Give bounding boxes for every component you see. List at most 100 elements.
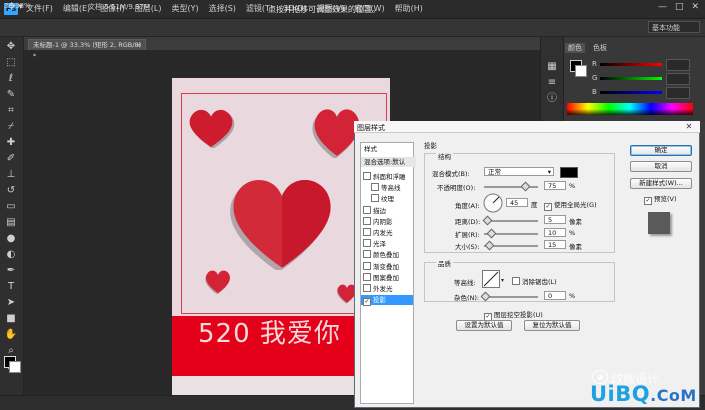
structure-title: 结构 [436,151,453,161]
anti-alias-checkbox[interactable]: 消除锯齿(L) [510,276,557,286]
checkbox-checked-icon [544,203,552,211]
style-item[interactable]: 等高线 [361,183,421,193]
style-item[interactable]: 内发光 [361,228,413,238]
workspace-select[interactable]: 基本功能 [648,21,700,33]
noise-label: 杂色(N): [454,294,480,302]
checkbox-icon[interactable] [363,239,371,248]
path-select-icon[interactable]: ➤ [4,297,18,309]
checkbox-icon[interactable] [363,228,371,236]
style-item[interactable]: 斜面和浮雕 [361,172,413,182]
channel-g-slider[interactable] [600,77,662,80]
clone-stamp-icon[interactable]: ⊥ [4,169,18,181]
style-item[interactable]: 渐变叠加 [361,261,413,272]
dialog-titlebar[interactable] [354,121,700,133]
preview-checkbox[interactable]: 预览(V) [642,193,677,205]
type-icon[interactable]: T [4,281,18,293]
brush-icon[interactable]: ✐ [4,153,18,165]
style-item[interactable]: 外发光 [361,284,413,294]
panel-background-color[interactable] [575,65,587,77]
checkbox-icon[interactable] [371,194,379,203]
zoom-level[interactable]: 33.33% [4,2,31,10]
size-input[interactable]: 15 [544,240,566,249]
channel-r-slider[interactable] [600,63,662,66]
style-item[interactable]: 投影 [361,295,413,307]
styles-header[interactable]: 样式 [361,144,416,154]
info-panel-icon[interactable]: ⓘ [545,93,559,105]
maximize-icon[interactable]: □ [675,2,684,12]
style-item[interactable]: 纹理 [361,194,421,204]
hand-icon[interactable]: ✋ [4,329,18,341]
background-color[interactable] [9,361,21,373]
checkbox-icon[interactable] [371,183,379,192]
checkbox-icon[interactable] [363,284,371,292]
heart-shape [205,270,230,294]
pen-icon[interactable]: ✒ [4,265,18,277]
shadow-color-swatch[interactable] [560,167,578,178]
checkbox-icon[interactable] [363,205,371,214]
blur-icon[interactable]: ● [4,233,18,245]
global-light-checkbox[interactable]: 使用全局光(G) [542,199,597,211]
style-item[interactable]: 图案叠加 [361,272,413,283]
opacity-label: 不透明度(O): [437,184,476,192]
reset-default-button[interactable]: 复位为默认值 [524,320,580,331]
quick-select-icon[interactable]: ✎ [4,89,18,101]
close-window-icon[interactable]: ✕ [691,2,699,12]
style-item-label: 图案叠加 [373,273,399,282]
gradient-icon[interactable]: ▤ [4,217,18,229]
crop-icon[interactable]: ⌗ [4,105,18,117]
style-item-label: 等高线 [381,184,401,193]
close-tab-icon[interactable]: × [137,40,142,51]
style-item[interactable]: 内阴影 [361,216,413,227]
menu-select[interactable]: 选择(S) [209,3,236,15]
noise-input[interactable]: 0 [544,291,566,300]
history-brush-icon[interactable]: ↺ [4,185,18,197]
marquee-icon[interactable]: ⬚ [4,57,18,69]
new-style-button[interactable]: 新建样式(W)... [630,178,692,189]
channel-b-input[interactable] [666,87,690,99]
style-item[interactable]: 描边 [361,205,413,216]
channel-g-input[interactable] [666,73,690,85]
distance-input[interactable]: 5 [544,215,566,224]
checkbox-icon[interactable] [363,261,371,270]
tab-swatches[interactable]: 色板 [593,43,607,53]
angle-dial[interactable] [483,193,503,213]
angle-input[interactable]: 45 [506,198,528,207]
checkbox-icon[interactable] [363,250,371,259]
checkbox-icon[interactable] [363,172,371,180]
shape-icon[interactable]: ■ [4,313,18,325]
channel-r-input[interactable] [666,59,690,71]
cancel-button[interactable]: 取消 [630,161,692,172]
eraser-icon[interactable]: ▭ [4,201,18,213]
spread-input[interactable]: 10 [544,228,566,237]
tab-color[interactable]: 颜色 [565,43,585,53]
ok-button[interactable]: 确定 [630,145,692,156]
channel-b-slider[interactable] [600,91,662,94]
menu-type[interactable]: 类型(Y) [171,3,198,15]
dodge-icon[interactable]: ◐ [4,249,18,261]
properties-panel-icon[interactable]: ≡ [545,77,559,89]
minimize-icon[interactable]: — [658,2,667,12]
blend-options-item[interactable]: 混合选项:默认 [361,157,416,167]
make-default-button[interactable]: 设置为默认值 [456,320,512,331]
distance-unit: 像素 [569,218,582,226]
blend-mode-select[interactable]: 正常 ▾ [484,167,554,176]
healing-brush-icon[interactable]: ✚ [4,137,18,149]
eyedropper-icon[interactable]: ⌿ [4,121,18,133]
style-item[interactable]: 颜色叠加 [361,250,413,260]
dialog-close-icon[interactable]: ✕ [682,122,696,131]
contour-picker[interactable]: ▾ [482,270,506,288]
opacity-input[interactable]: 75 [544,181,566,190]
document-size[interactable]: 文档:5.51M/9.87M [88,2,150,12]
move-icon[interactable]: ✥ [4,41,18,53]
checkbox-icon[interactable] [363,272,371,281]
menu-edit[interactable]: 编辑(E) [63,3,90,15]
lasso-icon[interactable]: ℓ [4,73,18,85]
history-panel-icon[interactable]: ▦ [545,61,559,73]
style-item[interactable]: 光泽 [361,239,413,249]
style-preview-swatch [648,212,670,234]
menu-help[interactable]: 帮助(H) [395,3,423,15]
checkbox-checked-icon[interactable] [363,298,371,307]
noise-slider[interactable] [484,296,538,298]
checkbox-icon[interactable] [363,216,371,225]
document-tab[interactable]: 未标题-1 @ 33.3% (矩形 2, RGB/8) * × [28,39,146,60]
